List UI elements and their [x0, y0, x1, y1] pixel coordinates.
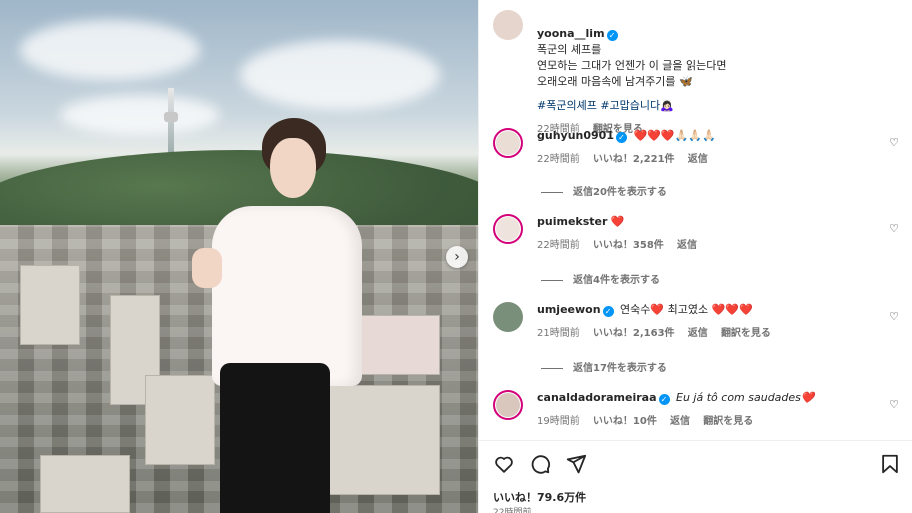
translate-link[interactable]: 翻訳を見る	[703, 416, 753, 427]
comments-list: yoona__lim ✓ 폭군의 셰프를 연모하는 그대가 언젠가 이 글을 읽는…	[479, 0, 912, 440]
comment-heart-icon[interactable]: ♡	[889, 310, 899, 323]
view-replies-link[interactable]: 返信4件を表示する	[541, 271, 660, 286]
avatar[interactable]	[493, 302, 523, 332]
bookmark-icon[interactable]	[879, 453, 901, 475]
translate-link[interactable]: 翻訳を見る	[721, 328, 771, 339]
comment-text: ❤️❤️❤️🙏🏻🙏🏻🙏🏻	[633, 129, 716, 142]
avatar[interactable]	[493, 214, 523, 244]
comment-username[interactable]: umjeewon	[537, 303, 601, 316]
chef-person	[192, 118, 367, 513]
verified-badge-icon: ✓	[606, 30, 618, 41]
comment-username[interactable]: puimekster	[537, 215, 607, 228]
post-likes-count[interactable]: いいね！79.6万件	[493, 489, 586, 505]
send-icon[interactable]	[565, 453, 587, 475]
comment-likes[interactable]: いいね！358件	[593, 240, 664, 251]
comment-time[interactable]: 21時間前	[537, 328, 580, 339]
comment-time[interactable]: 19時間前	[537, 416, 580, 427]
comment-text: 연숙수❤️ 최고였소 ❤️❤️❤️	[620, 303, 753, 316]
reply-button[interactable]: 返信	[677, 240, 697, 251]
comment-likes[interactable]: いいね！2,221件	[593, 154, 675, 165]
comment-heart-icon[interactable]: ♡	[889, 398, 899, 411]
avatar[interactable]	[493, 128, 523, 158]
instagram-post-view: › yoona__lim ✓ 폭군의 셰프를 연모하는 그대가 언젠가 이 글을 …	[0, 0, 912, 513]
comment-heart-icon[interactable]: ♡	[889, 222, 899, 235]
comment-username[interactable]: canaldadorameiraa	[537, 391, 657, 404]
avatar[interactable]	[493, 390, 523, 420]
author-avatar[interactable]	[493, 10, 523, 40]
action-bar: いいね！79.6万件 22時間前	[479, 440, 912, 513]
comment-likes[interactable]: いいね！2,163件	[593, 328, 675, 339]
reply-button[interactable]: 返信	[688, 328, 708, 339]
view-replies-link[interactable]: 返信20件を表示する	[541, 183, 667, 198]
comment-time[interactable]: 22時間前	[537, 154, 580, 165]
comment-text: ❤️	[610, 215, 625, 228]
seoul-tower	[164, 88, 178, 158]
reply-button[interactable]: 返信	[688, 154, 708, 165]
verified-badge-icon: ✓	[602, 306, 614, 317]
author-username[interactable]: yoona__lim	[537, 27, 605, 40]
comment-text: Eu já tô com saudades❤️	[676, 391, 815, 404]
post-sidebar: yoona__lim ✓ 폭군의 셰프를 연모하는 그대가 언젠가 이 글을 읽는…	[478, 0, 912, 513]
comment-icon[interactable]	[529, 453, 551, 475]
post-timestamp[interactable]: 22時間前	[493, 505, 531, 513]
post-photo[interactable]: ›	[0, 0, 478, 513]
chevron-right-icon[interactable]: ›	[446, 246, 468, 268]
comment-heart-icon[interactable]: ♡	[889, 136, 899, 149]
reply-button[interactable]: 返信	[670, 416, 690, 427]
verified-badge-icon: ✓	[658, 394, 670, 405]
verified-badge-icon: ✓	[615, 132, 627, 143]
comment-likes[interactable]: いいね！10件	[593, 416, 657, 427]
comment-time[interactable]: 22時間前	[537, 240, 580, 251]
heart-icon[interactable]	[493, 453, 515, 475]
comment-username[interactable]: guhyun0901	[537, 129, 614, 142]
view-replies-link[interactable]: 返信17件を表示する	[541, 359, 667, 374]
caption-hashtags[interactable]: #폭군의셰프 #고맙습니다🙇🏻‍♀️	[537, 98, 879, 114]
caption-text: 폭군의 셰프를 연모하는 그대가 언젠가 이 글을 읽는다면 오래오래 마음속에…	[537, 43, 727, 88]
